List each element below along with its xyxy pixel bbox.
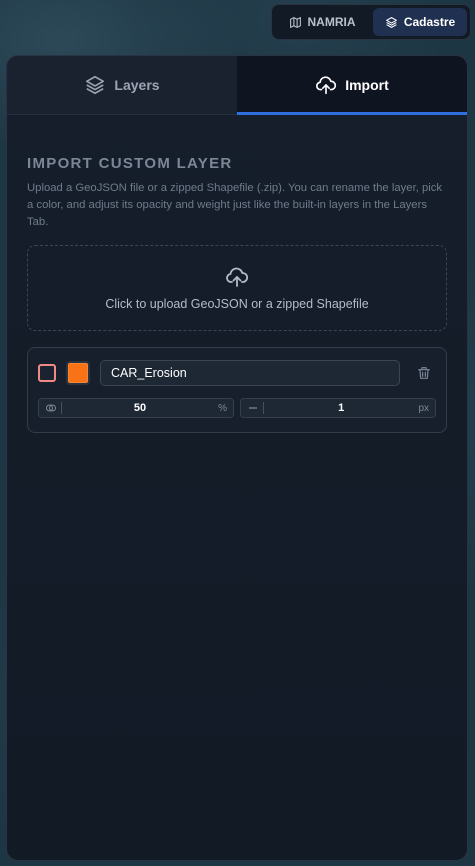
map-icon	[289, 16, 301, 28]
namria-label: NAMRIA	[307, 15, 356, 29]
line-weight-icon	[249, 407, 257, 409]
weight-unit: px	[418, 402, 429, 414]
import-content: IMPORT CUSTOM LAYER Upload a GeoJSON fil…	[7, 155, 467, 433]
layers-icon	[86, 75, 105, 95]
tab-layers[interactable]: Layers	[7, 56, 237, 114]
import-description: Upload a GeoJSON file or a zipped Shapef…	[27, 182, 443, 228]
tab-import-label: Import	[345, 77, 389, 93]
tab-layers-label: Layers	[114, 77, 160, 93]
weight-field[interactable]: 1 px	[240, 398, 436, 418]
layer-color-swatch[interactable]	[66, 361, 90, 385]
layer-visibility-checkbox[interactable]	[38, 364, 56, 382]
source-switcher: NAMRIA Cadastre	[271, 4, 471, 40]
layer-name-input[interactable]	[100, 360, 400, 386]
namria-button[interactable]: NAMRIA	[275, 8, 369, 36]
upload-dropzone[interactable]: Click to upload GeoJSON or a zipped Shap…	[27, 245, 447, 331]
cloud-upload-icon	[316, 76, 337, 95]
section-title: IMPORT CUSTOM LAYER	[27, 155, 233, 172]
opacity-unit: %	[218, 402, 227, 414]
layer-panel: Layers Import IMPORT CUSTOM LAYER Upload…	[6, 55, 468, 861]
opacity-field[interactable]: 50 %	[38, 398, 234, 418]
layers-icon	[385, 16, 397, 28]
custom-layer-card: 50 % 1 px	[27, 347, 447, 433]
cloud-upload-icon	[226, 267, 249, 287]
cadastre-button[interactable]: Cadastre	[373, 8, 467, 36]
upload-text: Click to upload GeoJSON or a zipped Shap…	[105, 297, 369, 311]
tab-import[interactable]: Import	[237, 56, 467, 115]
panel-tabs: Layers Import	[7, 56, 467, 115]
opacity-value[interactable]: 50	[62, 402, 218, 414]
weight-value[interactable]: 1	[264, 402, 418, 414]
trash-icon[interactable]	[416, 365, 432, 381]
opacity-icon	[46, 404, 56, 412]
cadastre-label: Cadastre	[403, 15, 456, 29]
